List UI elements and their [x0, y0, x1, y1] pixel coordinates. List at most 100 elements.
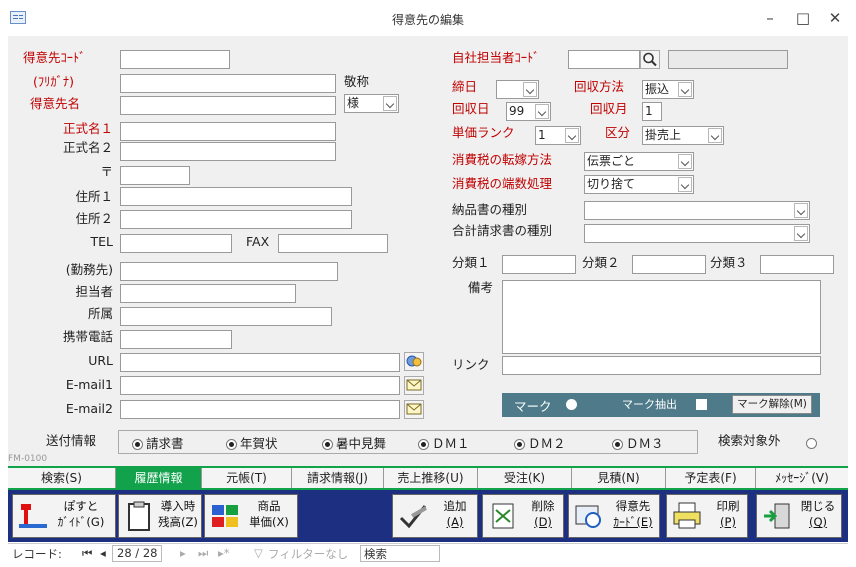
email2-input[interactable] — [120, 400, 400, 419]
tab-orders[interactable]: 受注(K) — [478, 468, 572, 488]
opening-balance-button[interactable]: 導入時 残高(Z) — [118, 494, 202, 538]
official-name1-input[interactable] — [120, 122, 336, 141]
filter-status[interactable]: フィルターなし — [268, 546, 348, 562]
mark-clear-button[interactable]: マーク解除(M) — [732, 395, 812, 414]
customer-name-input[interactable] — [120, 96, 336, 115]
delete-button[interactable]: 削除 (D) — [482, 494, 564, 538]
collect-month-input[interactable]: 1 — [642, 102, 662, 121]
email1-input[interactable] — [120, 376, 400, 395]
radio-dm2[interactable] — [514, 439, 525, 450]
tab-ledger[interactable]: 元帳(T) — [202, 468, 292, 488]
category-label: 区分 — [605, 125, 631, 140]
fax-input[interactable] — [278, 234, 388, 253]
class3-input[interactable] — [760, 255, 834, 274]
next-record-button[interactable]: ▸ — [180, 546, 186, 560]
postal-input[interactable] — [120, 166, 190, 185]
tel-input[interactable] — [120, 234, 232, 253]
close-form-button[interactable]: 閉じる (Q) — [756, 494, 842, 538]
radio-dm1[interactable] — [418, 439, 429, 450]
honorific-select[interactable]: 様 — [344, 94, 399, 113]
mobile-input[interactable] — [120, 330, 232, 349]
chevron-down-icon — [708, 128, 722, 143]
last-record-button[interactable]: ⏭ — [198, 546, 208, 561]
tab-sales-trend[interactable]: 売上推移(U) — [384, 468, 478, 488]
browse-url-button[interactable] — [404, 352, 424, 371]
first-record-button[interactable]: ⏮ — [82, 546, 92, 561]
mark-label: マーク — [514, 399, 552, 414]
collect-day-select[interactable]: 99 — [506, 102, 551, 121]
collect-method-select[interactable]: 振込 — [642, 80, 694, 99]
add-button[interactable]: 追加 (A) — [392, 494, 478, 538]
mark-extract-checkbox[interactable] — [696, 399, 707, 410]
printer-icon — [673, 502, 701, 529]
staff-search-button[interactable] — [640, 50, 660, 69]
collect-method-value: 振込 — [645, 82, 670, 96]
search-exclude-toggle[interactable] — [806, 438, 817, 449]
radio-newyear-card[interactable] — [226, 439, 237, 450]
mark-toggle[interactable] — [566, 399, 577, 410]
close-window-button[interactable]: ✕ — [823, 8, 847, 28]
tab-history[interactable]: 履歴情報 — [116, 468, 202, 488]
category-select[interactable]: 掛売上 — [642, 126, 724, 145]
radio-dm2-label: ＤＭ２ — [528, 436, 566, 451]
closing-day-select[interactable] — [496, 80, 539, 99]
prev-record-button[interactable]: ◂ — [100, 546, 106, 560]
tab-messages[interactable]: ﾒｯｾｰｼﾞ(V) — [756, 468, 848, 488]
tab-search[interactable]: 検索(S) — [8, 468, 116, 488]
maximize-button[interactable]: □ — [791, 8, 815, 28]
contact-person-input[interactable] — [120, 284, 296, 303]
product-price-button[interactable]: 商品 単価(X) — [204, 494, 298, 538]
customer-edit-form: 得意先ｺｰﾄﾞ (ﾌﾘｶﾞﾅ) 敬称 得意先名 様 正式名１ 正式名２ 〒 住所… — [8, 36, 848, 466]
chevron-down-icon — [678, 154, 692, 169]
mail-icon — [406, 379, 422, 391]
opening-balance-label-1: 導入時 — [160, 499, 196, 513]
tax-rounding-select[interactable]: 切り捨て — [584, 175, 694, 194]
url-input[interactable] — [120, 353, 400, 372]
tax-rounding-value: 切り捨て — [587, 177, 636, 191]
link-input[interactable] — [502, 356, 821, 375]
record-navigation-bar: レコード: ⏮ ◂ 28 / 28 ▸ ⏭ ▸* ▽ フィルターなし 検索 — [8, 543, 848, 563]
class1-input[interactable] — [502, 255, 576, 274]
delivery-type-select[interactable] — [584, 201, 810, 220]
collect-day-value: 99 — [509, 104, 525, 118]
minimize-button[interactable]: – — [758, 8, 782, 28]
radio-summer-label: 暑中見舞 — [336, 436, 387, 451]
tab-billing[interactable]: 請求情報(J) — [292, 468, 384, 488]
chevron-down-icon — [383, 96, 397, 111]
customer-card-icon — [575, 505, 601, 528]
class2-input[interactable] — [632, 255, 706, 274]
department-label: 所属 — [87, 306, 113, 321]
chevron-down-icon — [678, 177, 692, 192]
kana-input[interactable] — [120, 74, 336, 93]
remarks-textarea[interactable] — [502, 280, 821, 354]
radio-dm3[interactable] — [612, 439, 623, 450]
customer-card-button[interactable]: 得意先 ｶｰﾄﾞ(E) — [568, 494, 660, 538]
postal-guide-label-2: ｶﾞｲﾄﾞ(G) — [57, 515, 105, 529]
invoice-type-select[interactable] — [584, 224, 810, 243]
new-record-button[interactable]: ▸* — [218, 546, 230, 560]
price-rank-select[interactable]: 1 — [535, 126, 581, 145]
staff-code-input[interactable] — [568, 50, 640, 69]
postal-guide-button[interactable]: ぽすと ｶﾞｲﾄﾞ(G) — [12, 494, 116, 538]
radio-newyear-label: 年賀状 — [240, 436, 278, 451]
current-record-input[interactable]: 28 / 28 — [112, 545, 163, 562]
send-email1-button[interactable] — [404, 376, 424, 395]
department-input[interactable] — [120, 307, 332, 326]
send-email2-button[interactable] — [404, 400, 424, 419]
radio-invoice[interactable] — [132, 439, 143, 450]
print-button[interactable]: 印刷 (P) — [666, 494, 748, 538]
search-box[interactable]: 検索 — [360, 545, 440, 562]
tab-schedule[interactable]: 予定表(F) — [666, 468, 756, 488]
tax-transfer-select[interactable]: 伝票ごと — [584, 152, 694, 171]
clipboard-icon — [128, 501, 150, 531]
tax-rounding-label: 消費税の端数処理 — [452, 176, 553, 191]
address1-input[interactable] — [120, 187, 352, 206]
radio-summer-greeting[interactable] — [322, 439, 333, 450]
mark-bar: マーク マーク抽出 マーク解除(M) — [502, 393, 820, 417]
customer-code-input[interactable] — [120, 50, 230, 69]
send-info-label: 送付情報 — [46, 433, 97, 448]
address2-input[interactable] — [120, 210, 352, 229]
employer-input[interactable] — [120, 262, 338, 281]
tab-quotes[interactable]: 見積(N) — [572, 468, 666, 488]
official-name2-input[interactable] — [120, 142, 336, 161]
